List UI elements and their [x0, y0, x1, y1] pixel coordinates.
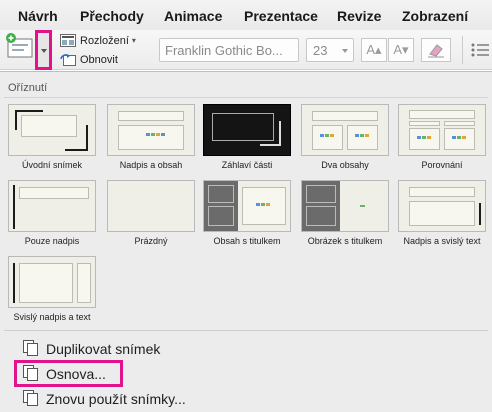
- tab-slideshow[interactable]: Prezentace: [244, 8, 318, 24]
- layout-label: Pouze nadpis: [24, 236, 80, 246]
- tab-animations[interactable]: Animace: [164, 8, 222, 24]
- layout-label: Dva obsahy: [321, 160, 369, 170]
- layout-title-vertical-text[interactable]: Nadpis a svislý text: [395, 180, 489, 246]
- divider: [4, 97, 488, 98]
- layout-two-content[interactable]: Dva obsahy: [298, 104, 392, 170]
- theme-section-title: Oříznutí: [8, 82, 48, 94]
- reuse-slides-icon: [22, 390, 40, 407]
- reset-icon: [60, 54, 76, 66]
- two-content-layout-thumbnail: [301, 104, 389, 156]
- layout-content-caption[interactable]: Obsah s titulkem: [200, 180, 294, 246]
- section-header-layout-thumbnail: [203, 104, 291, 156]
- layout-title-content[interactable]: Nadpis a obsah: [104, 104, 198, 170]
- tab-review[interactable]: Revize: [337, 8, 381, 24]
- grow-font-button[interactable]: A▴: [361, 38, 387, 62]
- menu-item-label: Osnova...: [46, 365, 106, 382]
- menu-outline[interactable]: Osnova...: [22, 365, 106, 382]
- clear-format-button[interactable]: [421, 38, 451, 62]
- new-slide-dropdown-button[interactable]: [35, 30, 52, 70]
- layout-title-only[interactable]: Pouze nadpis: [5, 180, 99, 246]
- layout-label: Nadpis a obsah: [119, 160, 183, 170]
- font-size-value: 23: [313, 43, 328, 58]
- layout-dropdown-icon: ▾: [131, 36, 136, 45]
- chevron-down-icon: [342, 49, 348, 53]
- layout-label: Nadpis a svislý text: [403, 236, 481, 246]
- title-content-layout-thumbnail: [107, 104, 195, 156]
- ribbon-tab-bar: Návrh Přechody Animace Prezentace Revize…: [0, 0, 492, 30]
- layout-blank[interactable]: Prázdný: [104, 180, 198, 246]
- menu-reuse-slides[interactable]: Znovu použít snímky...: [22, 390, 186, 407]
- vertical-title-text-layout-thumbnail: [8, 256, 96, 308]
- font-size-field[interactable]: 23: [306, 38, 354, 62]
- layout-label: Prázdný: [134, 236, 168, 246]
- content-caption-layout-thumbnail: [203, 180, 291, 232]
- new-slide-button[interactable]: [4, 30, 34, 68]
- tab-design[interactable]: Návrh: [18, 8, 58, 24]
- layout-label: Obrázek s titulkem: [307, 236, 383, 246]
- new-slide-gallery: Oříznutí Úvodní snímek Nadpis a obsah Zá…: [0, 71, 492, 412]
- font-name-field[interactable]: Franklin Gothic Bo...: [159, 38, 299, 62]
- layout-button[interactable]: Rozložení ▾: [60, 34, 136, 47]
- picture-caption-layout-thumbnail: [301, 180, 389, 232]
- new-slide-icon: [6, 33, 33, 58]
- layout-label: Porovnání: [421, 160, 463, 170]
- bullets-button[interactable]: [470, 40, 490, 60]
- reset-button[interactable]: Obnovit: [60, 53, 118, 66]
- ribbon-divider: [462, 36, 463, 64]
- tab-view[interactable]: Zobrazení: [402, 8, 468, 24]
- reset-label: Obnovit: [80, 53, 118, 66]
- duplicate-slide-icon: [22, 340, 40, 357]
- layout-section-header[interactable]: Záhlaví části: [200, 104, 294, 170]
- shrink-font-button[interactable]: A▾: [388, 38, 414, 62]
- layout-label: Svislý nadpis a text: [13, 312, 91, 322]
- outline-icon: [22, 365, 40, 382]
- menu-duplicate-slide[interactable]: Duplikovat snímek: [22, 340, 160, 357]
- bullet-list-icon: [471, 43, 489, 57]
- layout-label: Obsah s titulkem: [213, 236, 281, 246]
- layout-picture-caption[interactable]: Obrázek s titulkem: [298, 180, 392, 246]
- layout-comparison[interactable]: Porovnání: [395, 104, 489, 170]
- layout-icon: [60, 34, 76, 47]
- tab-transitions[interactable]: Přechody: [80, 8, 144, 24]
- blank-layout-thumbnail: [107, 180, 195, 232]
- clear-format-icon: [428, 44, 444, 58]
- layout-label: Záhlaví části: [221, 160, 273, 170]
- title-only-layout-thumbnail: [8, 180, 96, 232]
- menu-item-label: Duplikovat snímek: [46, 340, 161, 357]
- layout-label: Rozložení: [80, 34, 129, 47]
- comparison-layout-thumbnail: [398, 104, 486, 156]
- title-slide-layout-thumbnail: [8, 104, 96, 156]
- layout-title-slide[interactable]: Úvodní snímek: [5, 104, 99, 170]
- menu-item-label: Znovu použít snímky...: [46, 390, 186, 407]
- content-placeholder-icon: [146, 133, 165, 136]
- chevron-down-icon: [41, 49, 47, 53]
- title-vertical-text-layout-thumbnail: [398, 180, 486, 232]
- ribbon-home: Rozložení ▾ Obnovit Franklin Gothic Bo..…: [0, 30, 492, 70]
- layout-vertical-title-text[interactable]: Svislý nadpis a text: [5, 256, 99, 322]
- divider: [4, 330, 488, 331]
- layout-label: Úvodní snímek: [21, 160, 83, 170]
